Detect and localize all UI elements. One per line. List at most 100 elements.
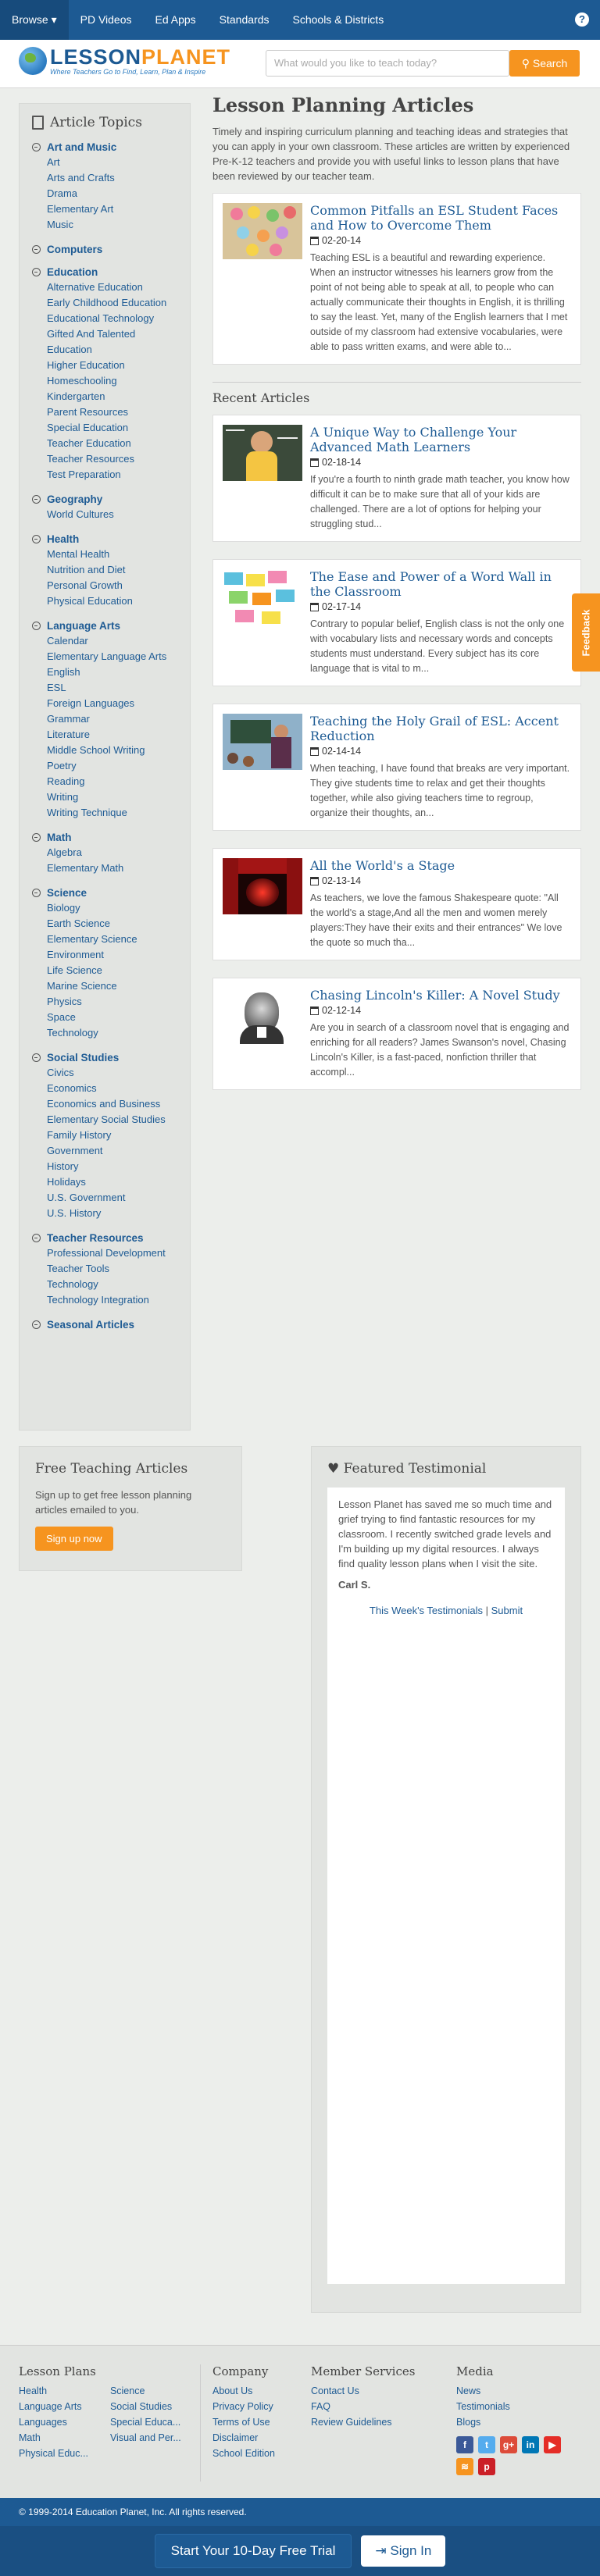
sidebar-item[interactable]: Nutrition and Diet [32,562,177,578]
footer-link[interactable]: Testimonials [456,2399,566,2414]
collapse-icon[interactable] [32,889,41,897]
sidebar-item[interactable]: Personal Growth [32,578,177,593]
sidebar-item[interactable]: Music [32,217,177,233]
sidebar-item[interactable]: Economics and Business [32,1096,177,1112]
sidebar-item[interactable]: Economics [32,1081,177,1096]
collapse-icon[interactable] [32,268,41,276]
article-title[interactable]: Teaching the Holy Grail of ESL: Accent R… [310,714,571,743]
footer-link[interactable]: Languages [19,2414,88,2430]
sidebar-item[interactable]: Test Preparation [32,467,177,483]
footer-link[interactable]: Disclaimer [212,2430,275,2446]
sidebar-item[interactable]: Physics [32,994,177,1010]
footer-link[interactable]: Contact Us [311,2383,415,2399]
sidebar-item[interactable]: Teacher Resources [32,451,177,467]
sidebar-item[interactable]: Space [32,1010,177,1025]
sidebar-category-heading[interactable]: Geography [32,493,177,505]
footer-link[interactable]: About Us [212,2383,275,2399]
rss-icon[interactable]: ≋ [456,2458,473,2475]
sidebar-item[interactable]: Teacher Education [32,436,177,451]
sidebar-item[interactable]: Technology [32,1025,177,1041]
sidebar-category-heading[interactable]: Art and Music [32,141,177,153]
logo[interactable]: LESSONPLANET Where Teachers Go to Find, … [19,46,230,76]
collapse-icon[interactable] [32,535,41,543]
footer-link[interactable]: School Edition [212,2446,275,2461]
featured-title[interactable]: Common Pitfalls an ESL Student Faces and… [310,203,571,233]
sidebar-item[interactable]: Art [32,155,177,170]
footer-link[interactable]: Physical Educ... [19,2446,88,2461]
footer-link[interactable]: Health [19,2383,88,2399]
nav-pd-videos[interactable]: PD Videos [69,0,144,40]
sidebar-item[interactable]: Elementary Language Arts [32,649,177,664]
help-icon[interactable]: ? [575,12,589,27]
sidebar-category-heading[interactable]: Health [32,533,177,545]
sidebar-item[interactable]: Calendar [32,633,177,649]
collapse-icon[interactable] [32,833,41,842]
linkedin-icon[interactable]: in [522,2436,539,2453]
sidebar-item[interactable]: English [32,664,177,680]
sidebar-category-heading[interactable]: Education [32,266,177,278]
sidebar-item[interactable]: Kindergarten [32,389,177,404]
sidebar-item[interactable]: World Cultures [32,507,177,522]
sidebar-item[interactable]: History [32,1159,177,1174]
article-title[interactable]: The Ease and Power of a Word Wall in the… [310,569,571,599]
article-title[interactable]: Chasing Lincoln's Killer: A Novel Study [310,988,571,1003]
sidebar-item[interactable]: Writing Technique [32,805,177,821]
sidebar-item[interactable]: Alternative Education [32,280,177,295]
search-input[interactable]: What would you like to teach today? [266,50,509,77]
sidebar-item[interactable]: Civics [32,1065,177,1081]
sidebar-item[interactable]: Family History [32,1128,177,1143]
nav-standards[interactable]: Standards [208,0,281,40]
sidebar-item[interactable]: Technology Integration [32,1292,177,1308]
search-button[interactable]: ⚲ Search [509,50,580,77]
collapse-icon[interactable] [32,143,41,151]
nav-ed-apps[interactable]: Ed Apps [144,0,208,40]
sidebar-item[interactable]: Government [32,1143,177,1159]
sidebar-category-heading[interactable]: Computers [32,244,177,255]
article-title[interactable]: A Unique Way to Challenge Your Advanced … [310,425,571,454]
sidebar-item[interactable]: Literature [32,727,177,743]
youtube-icon[interactable]: ▶ [544,2436,561,2453]
sign-up-button[interactable]: Sign up now [35,1527,113,1551]
sidebar-item[interactable]: U.S. History [32,1206,177,1221]
facebook-icon[interactable]: f [456,2436,473,2453]
sidebar-category-heading[interactable]: Social Studies [32,1052,177,1064]
sidebar-item[interactable]: Elementary Art [32,201,177,217]
sidebar-item[interactable]: Physical Education [32,593,177,609]
sidebar-item[interactable]: Elementary Science [32,932,177,947]
sidebar-item[interactable]: Biology [32,900,177,916]
sidebar-item[interactable]: Special Education [32,420,177,436]
collapse-icon[interactable] [32,1053,41,1062]
sidebar-item[interactable]: Educational Technology [32,311,177,326]
sidebar-item[interactable]: Professional Development [32,1245,177,1261]
nav-schools-districts[interactable]: Schools & Districts [281,0,396,40]
article-card[interactable]: All the World's a Stage 02-13-14 As teache… [212,848,581,960]
sidebar-item[interactable]: ESL [32,680,177,696]
collapse-icon[interactable] [32,1234,41,1242]
collapse-icon[interactable] [32,245,41,254]
footer-link[interactable]: Special Educa... [110,2414,181,2430]
sidebar-item[interactable]: Drama [32,186,177,201]
footer-link[interactable]: FAQ [311,2399,415,2414]
sidebar-category-heading[interactable]: Language Arts [32,620,177,632]
sidebar-item[interactable]: Reading [32,774,177,789]
featured-article[interactable]: Common Pitfalls an ESL Student Faces and… [212,193,581,365]
sidebar-item[interactable]: Algebra [32,845,177,860]
footer-link[interactable]: Language Arts [19,2399,88,2414]
submit-testimonial-link[interactable]: Submit [491,1605,523,1616]
sidebar-item[interactable]: Arts and Crafts [32,170,177,186]
collapse-icon[interactable] [32,1320,41,1329]
sidebar-category-heading[interactable]: Science [32,887,177,899]
collapse-icon[interactable] [32,495,41,504]
free-trial-button[interactable]: Start Your 10-Day Free Trial [154,2534,352,2568]
sidebar-item[interactable]: Life Science [32,963,177,978]
sidebar-item[interactable]: Teacher Tools [32,1261,177,1277]
footer-link[interactable]: Social Studies [110,2399,181,2414]
sign-in-button[interactable]: ⇥ Sign In [361,2535,446,2567]
footer-link[interactable]: Blogs [456,2414,566,2430]
sidebar-item[interactable]: Marine Science [32,978,177,994]
sidebar-item[interactable]: Technology [32,1277,177,1292]
sidebar-item[interactable]: Mental Health [32,547,177,562]
footer-link[interactable]: News [456,2383,566,2399]
footer-link[interactable]: Review Guidelines [311,2414,415,2430]
sidebar-item[interactable]: Poetry [32,758,177,774]
